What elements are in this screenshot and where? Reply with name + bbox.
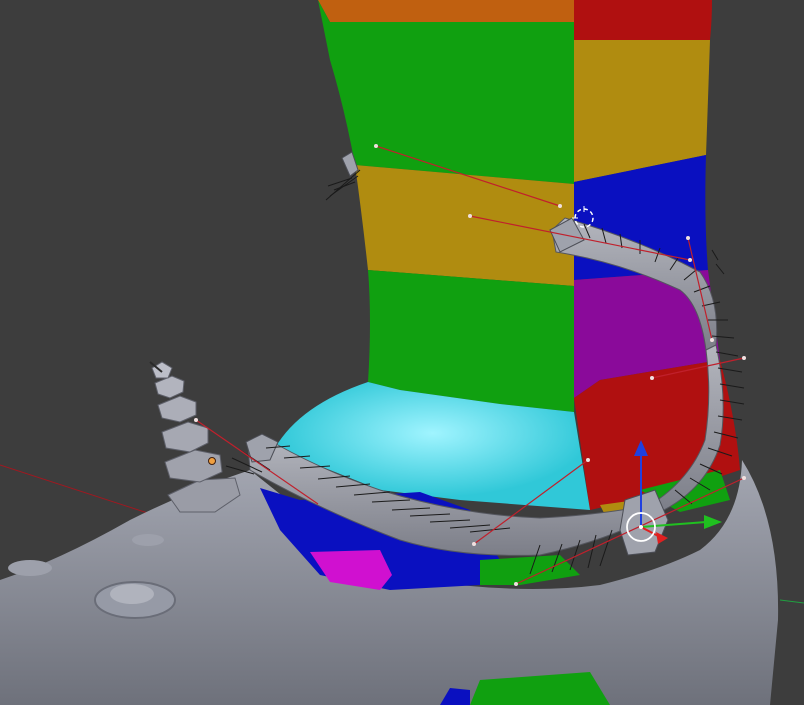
spike-mesh[interactable] (149, 361, 241, 513)
spike-tip (151, 361, 173, 379)
spike-ring-2 (164, 449, 223, 483)
gizmo-center-dot (639, 525, 643, 529)
selected-vertex[interactable] (208, 457, 216, 465)
sock-band-red-right (574, 0, 712, 40)
sock-band-olive-left (355, 165, 574, 286)
floor-grid-line (779, 599, 804, 604)
stud-button-top (110, 584, 154, 604)
viewport-canvas[interactable] (0, 0, 804, 705)
spike-ring-3 (161, 421, 209, 453)
sock-band-green-left (318, 0, 574, 184)
3d-viewport[interactable] (0, 0, 804, 705)
edge-stud (8, 560, 52, 576)
shoe-inner-green (480, 555, 580, 585)
spike-ring-4 (157, 395, 197, 423)
gizmo-y-arrow[interactable] (704, 515, 722, 529)
sock-band-orange-left (318, 0, 574, 22)
small-stud (132, 534, 164, 546)
leg-mesh[interactable] (275, 0, 740, 510)
spike-ring-5 (154, 375, 185, 399)
